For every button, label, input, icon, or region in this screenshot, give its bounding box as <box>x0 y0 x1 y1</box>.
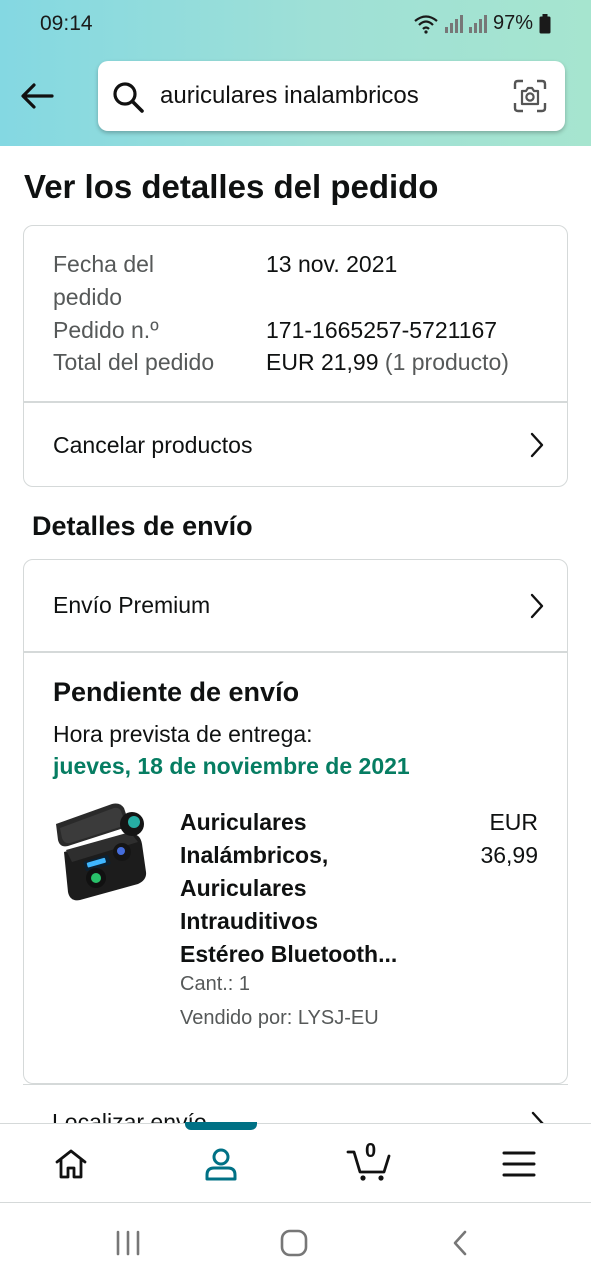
product-title-line: Intrauditivos <box>180 908 319 934</box>
home-circle-icon <box>280 1229 308 1257</box>
search-input[interactable]: auriculares inalambricos <box>160 82 419 110</box>
order-number-label: Pedido n.º <box>53 317 159 343</box>
cancel-products-label: Cancelar productos <box>53 431 253 458</box>
menu-icon <box>502 1151 536 1177</box>
search-bar[interactable]: auriculares inalambricos <box>98 61 565 131</box>
shipping-section-title: Detalles de envío <box>32 511 253 541</box>
premium-shipping-row[interactable]: Envío Premium <box>24 560 567 651</box>
arrow-left-icon <box>21 83 54 109</box>
home-icon <box>55 1149 87 1179</box>
order-total-value: EUR 21,99 (1 producto) <box>266 349 509 376</box>
track-shipment-label: Localizar envío <box>52 1109 207 1124</box>
product-price: EUR 36,99 <box>480 806 538 872</box>
track-shipment-row[interactable]: Localizar envío <box>23 1084 568 1124</box>
order-number-value: 171-1665257-5721167 <box>266 317 498 343</box>
product-title-line: Inalámbricos, <box>180 842 329 868</box>
nav-home[interactable] <box>16 1124 126 1204</box>
order-total-amount: EUR 21,99 <box>266 349 379 375</box>
system-home-button[interactable] <box>264 1225 324 1261</box>
product-quantity: Cant.: 1 <box>180 973 251 995</box>
signal-icon <box>444 14 487 33</box>
system-nav-bar <box>0 1203 591 1280</box>
order-date-label-line1: Fecha del <box>53 251 155 277</box>
earbuds-case-icon[interactable] <box>50 800 154 904</box>
app-header: 09:14 97% auriculares inalambricos <box>0 0 591 146</box>
search-icon <box>113 82 144 113</box>
system-back-button[interactable] <box>430 1225 490 1261</box>
product-title[interactable]: Auriculares Inalámbricos, Auriculares In… <box>180 806 440 971</box>
battery-percent: 97% <box>492 12 533 34</box>
order-summary-card: Fecha del pedido 13 nov. 2021 Pedido n.º… <box>23 225 568 487</box>
delivery-estimate-label: Hora prevista de entrega: <box>53 721 313 747</box>
shipment-card: Envío Premium Pendiente de envío Hora pr… <box>23 559 568 1084</box>
order-date-label-line2: pedido <box>53 284 123 310</box>
status-time: 09:14 <box>40 12 93 35</box>
wifi-icon <box>414 14 438 34</box>
cancel-products-row[interactable]: Cancelar productos <box>24 403 567 486</box>
bottom-nav <box>0 1122 591 1204</box>
recents-icon <box>116 1230 140 1256</box>
order-date-value: 13 nov. 2021 <box>266 251 398 277</box>
product-price-amount: 36,99 <box>480 842 538 868</box>
shipment-status-title: Pendiente de envío <box>53 677 300 707</box>
chevron-right-icon <box>530 593 544 618</box>
delivery-estimate-date: jueves, 18 de noviembre de 2021 <box>53 753 410 779</box>
chevron-right-icon <box>530 432 544 458</box>
back-button[interactable] <box>16 76 58 116</box>
status-icons: 97% <box>413 12 551 35</box>
premium-shipping-label: Envío Premium <box>53 592 211 618</box>
cart-count-badge: 0 <box>365 1140 377 1162</box>
page-title: Ver los detalles del pedido <box>24 168 439 205</box>
battery-icon <box>539 13 551 33</box>
nav-cart[interactable] <box>314 1124 424 1204</box>
nav-menu[interactable] <box>464 1124 574 1204</box>
recents-button[interactable] <box>98 1225 158 1261</box>
product-price-currency: EUR <box>489 809 538 835</box>
divider <box>24 651 567 653</box>
nav-account[interactable] <box>166 1124 276 1204</box>
camera-lens-icon[interactable] <box>513 79 547 113</box>
order-total-label: Total del pedido <box>53 349 215 375</box>
product-title-line: Auriculares <box>180 809 307 835</box>
product-title-line: Auriculares <box>180 875 307 901</box>
product-seller: Vendido por: LYSJ-EU <box>180 1007 379 1029</box>
order-total-count: (1 producto) <box>384 349 509 375</box>
account-icon <box>205 1148 237 1181</box>
back-chevron-icon <box>453 1230 467 1256</box>
product-title-line: Estéreo Bluetooth... <box>180 941 398 967</box>
